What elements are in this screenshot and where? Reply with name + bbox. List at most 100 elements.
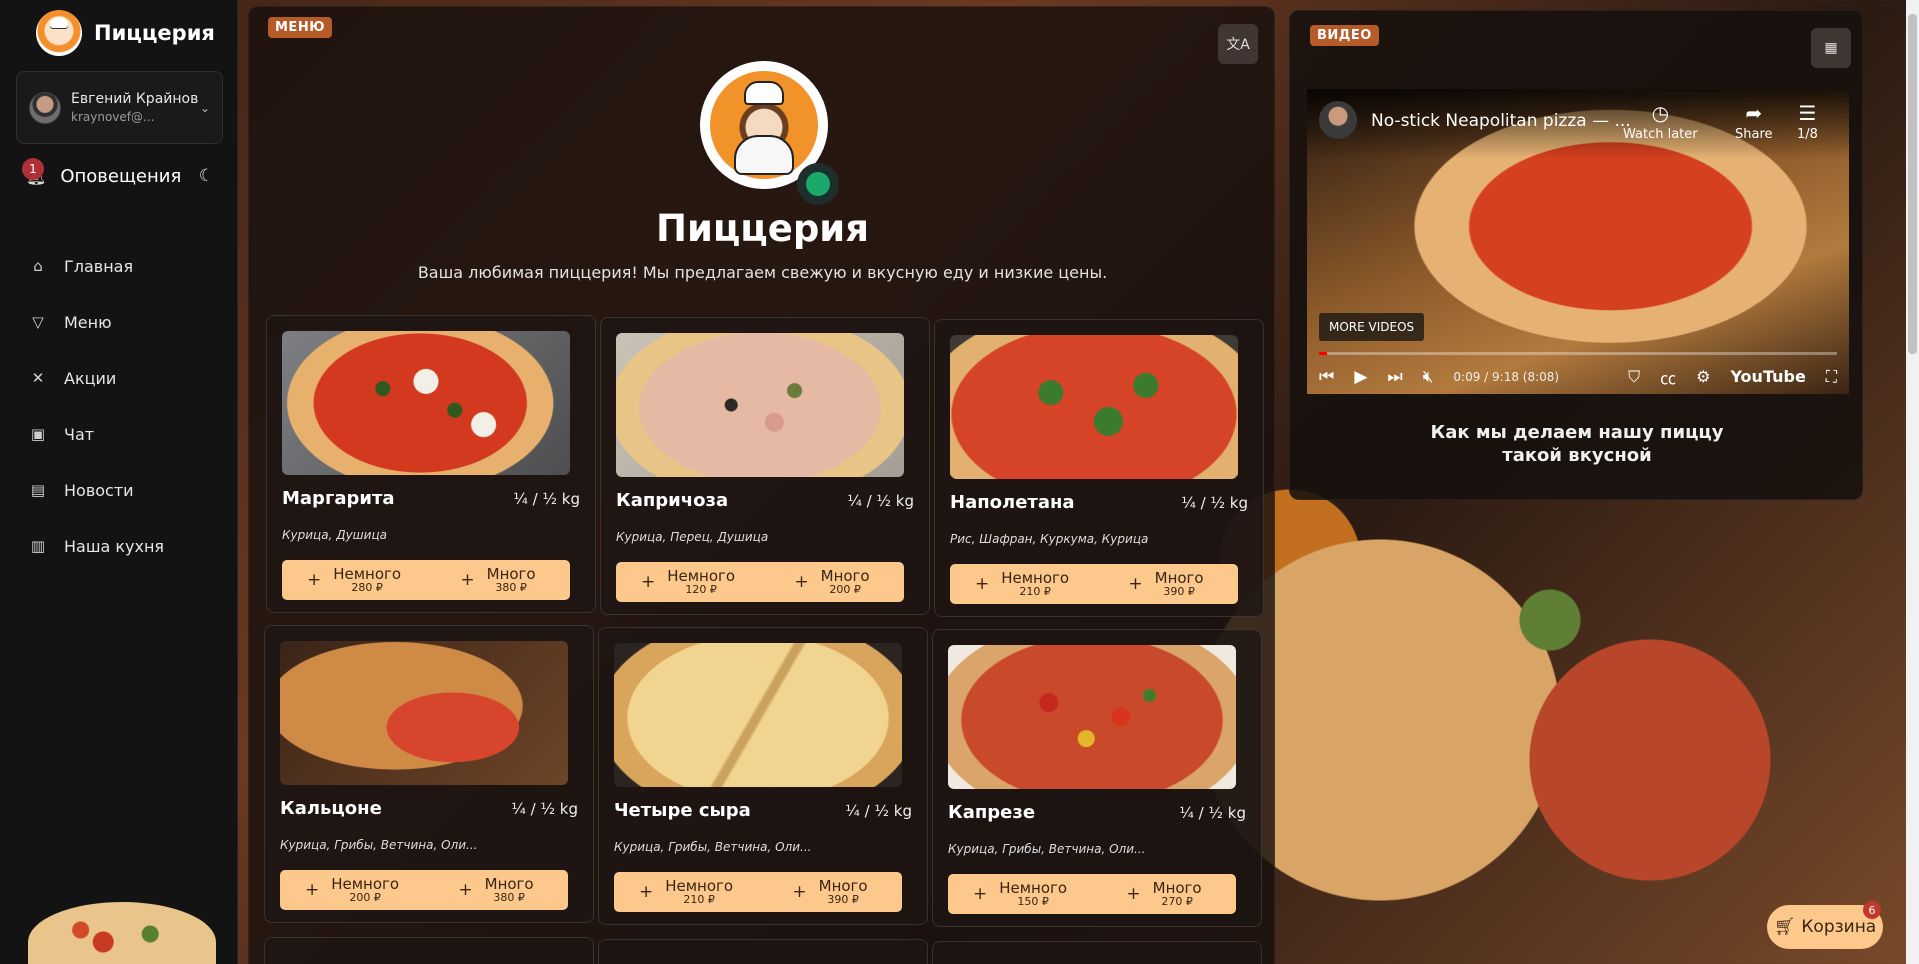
pizza-name: Кальцоне (280, 798, 382, 819)
option-label: Много (820, 566, 870, 585)
add-large-button[interactable]: + Много 390 ₽ (758, 872, 902, 912)
video-title[interactable]: No-stick Neapolitan pizza — ... (1371, 111, 1631, 131)
add-small-button[interactable]: + Немного 200 ₽ (280, 870, 424, 910)
pizza-card: Капрезе ¼ / ½ kg Курица, Грибы, Ветчина,… (932, 629, 1262, 927)
notifications-label: Оповещения (60, 165, 182, 187)
add-small-button[interactable]: + Немного 120 ₽ (616, 562, 760, 602)
nav-item-kitchen[interactable]: ▥ Наша кухня (28, 518, 218, 574)
plus-icon: + (460, 570, 475, 590)
pizza-size: ¼ / ½ kg (511, 800, 578, 818)
cart-button[interactable]: 🛒︎ Корзина 6 (1767, 901, 1883, 949)
nav-item-label: Акции (64, 368, 117, 388)
option-label: Немного (1001, 568, 1070, 587)
progress-bar[interactable] (1319, 352, 1837, 355)
pizza-image[interactable] (282, 331, 570, 475)
pizza-name: Капричоза (616, 490, 729, 511)
nav-item-news[interactable]: ▤ Новости (28, 462, 218, 518)
plus-icon: + (972, 884, 988, 904)
pizza-name: Капрезе (948, 802, 1036, 823)
menu-tag: МЕНЮ (268, 17, 332, 38)
translate-button[interactable]: 文A (1218, 24, 1258, 64)
pizza-image[interactable] (280, 641, 568, 785)
add-to-cart-group: + Немного 200 ₽ + Много 380 ₽ (280, 870, 568, 910)
clock-icon: ◷ (1651, 101, 1670, 125)
pizza-image[interactable] (616, 333, 904, 477)
option-label: Немного (331, 874, 400, 893)
nav-item-label: Меню (64, 312, 112, 332)
menu-panel: МЕНЮ 文A Пиццерия Ваша любимая пиццерия! … (248, 6, 1275, 964)
add-small-button[interactable]: + Немного 280 ₽ (282, 560, 426, 600)
notifications-button[interactable]: 1 🔔︎ Оповещения ☾ (22, 158, 222, 192)
video-tag: ВИДЕО (1310, 25, 1379, 46)
pizza-card: Четыре сыра ¼ / ½ kg Курица, Грибы, Ветч… (598, 627, 928, 925)
user-menu[interactable]: Евгений Крайнов kraynovef@... ⌄ (16, 71, 223, 144)
shield-icon[interactable]: ⛉ (1628, 367, 1640, 387)
pizza-size: ¼ / ½ kg (1181, 494, 1248, 512)
add-large-button[interactable]: + Много 390 ₽ (1094, 564, 1238, 604)
add-small-button[interactable]: + Немного 210 ₽ (950, 564, 1094, 604)
player-controls: ⏮ ▶ ⏭ 🔇︎ 0:09 / 9:18 (8:08) ⛉ ㏄ ⚙ YouTub… (1307, 359, 1849, 394)
youtube-logo[interactable]: YouTube (1730, 367, 1805, 386)
chat-icon: ▣ (30, 425, 46, 443)
more-videos-button[interactable]: MORE VIDEOS (1319, 313, 1425, 341)
video-caption-line2: такой вкусной (1502, 445, 1652, 467)
option-label: Немного (667, 566, 736, 585)
plus-icon: + (794, 572, 809, 592)
add-small-button[interactable]: + Немного 150 ₽ (948, 874, 1092, 914)
pizza-card (264, 937, 594, 964)
main-nav: ⌂ Главная ▽ Меню ✕ Акции ▣ Чат ▤ Новости… (28, 238, 218, 574)
add-large-button[interactable]: + Много 380 ₽ (424, 870, 568, 910)
next-icon[interactable]: ⏭ (1387, 367, 1402, 387)
brand[interactable]: Пиццерия (0, 0, 237, 60)
watch-later-button[interactable]: ◷ Watch later (1623, 101, 1698, 142)
nav-item-promotions[interactable]: ✕ Акции (28, 350, 218, 406)
video-toggle-button[interactable]: ▦ (1811, 28, 1851, 68)
share-button[interactable]: ➦ Share (1735, 101, 1773, 142)
add-large-button[interactable]: + Много 200 ₽ (760, 562, 904, 602)
scrollbar-thumb[interactable] (1908, 14, 1917, 354)
nav-item-menu[interactable]: ▽ Меню (28, 294, 218, 350)
notification-count-badge: 1 (22, 158, 44, 180)
pizza-size: ¼ / ½ kg (845, 802, 912, 820)
plus-icon: + (974, 574, 990, 594)
newspaper-icon: ▤ (30, 481, 46, 499)
fullscreen-icon[interactable]: ⛶ (1826, 367, 1837, 387)
settings-gear-icon[interactable]: ⚙ (1696, 367, 1710, 386)
chef-logo-icon (36, 10, 82, 56)
add-to-cart-group: + Немного 150 ₽ + Много 270 ₽ (948, 874, 1236, 914)
channel-avatar[interactable] (1319, 101, 1357, 139)
option-price: 200 ₽ (829, 583, 861, 597)
option-price: 280 ₽ (351, 581, 383, 595)
youtube-player[interactable]: No-stick Neapolitan pizza — ... ◷ Watch … (1307, 89, 1849, 394)
dark-mode-toggle-moon-icon[interactable]: ☾ (199, 166, 214, 186)
user-email: kraynovef@... (71, 110, 155, 124)
chevron-down-icon: ⌄ (199, 100, 210, 115)
nav-item-chat[interactable]: ▣ Чат (28, 406, 218, 462)
add-large-button[interactable]: + Много 380 ₽ (426, 560, 570, 600)
cart-icon: 🛒︎ (1773, 917, 1796, 937)
pizza-image[interactable] (614, 643, 902, 787)
plus-icon: + (304, 880, 320, 900)
add-large-button[interactable]: + Много 270 ₽ (1092, 874, 1236, 914)
avatar (29, 91, 61, 124)
add-small-button[interactable]: + Немного 210 ₽ (614, 872, 758, 912)
previous-icon[interactable]: ⏮ (1319, 367, 1334, 387)
chef-hat-icon (744, 81, 784, 105)
page-title: Пиццерия (655, 207, 869, 250)
sidebar: Пиццерия Евгений Крайнов kraynovef@... ⌄… (0, 0, 238, 964)
nav-item-home[interactable]: ⌂ Главная (28, 238, 218, 294)
chef-body-icon (734, 135, 794, 175)
share-icon: ➦ (1745, 101, 1763, 125)
cart-label: Корзина (1801, 917, 1877, 937)
progress-fill (1319, 352, 1328, 355)
playlist-button[interactable]: ☰ 1/8 (1797, 101, 1818, 142)
pizza-image[interactable] (950, 335, 1238, 479)
option-label: Много (486, 564, 536, 583)
play-icon[interactable]: ▶ (1354, 367, 1367, 387)
page-scrollbar[interactable] (1906, 0, 1919, 964)
user-name: Евгений Крайнов (71, 91, 199, 107)
online-status-indicator (797, 163, 839, 205)
mute-icon[interactable]: 🔇︎ (1423, 367, 1434, 387)
pizza-image[interactable] (948, 645, 1236, 789)
captions-icon[interactable]: ㏄ (1660, 365, 1676, 389)
